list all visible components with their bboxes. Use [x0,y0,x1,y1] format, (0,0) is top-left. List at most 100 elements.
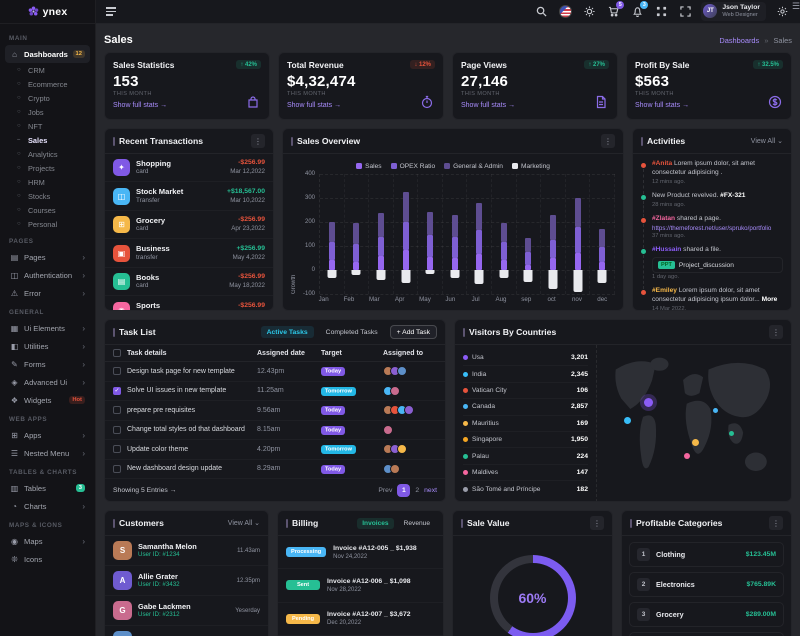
sidebar-item[interactable]: ○Crypto [5,91,90,105]
legend-item[interactable]: Sales [356,163,382,170]
transaction-row[interactable]: ▤ Books card -$256.99 May 18,2022 [105,268,273,296]
show-full-stats-link[interactable]: Show full stats → [113,102,261,109]
sidebar-item[interactable]: ✎Forms› [5,355,90,373]
add-task-button[interactable]: + Add Task [390,325,437,339]
transaction-row[interactable]: ◉ Sports card -$256.99 Apr 30,2022 [105,296,273,311]
customer-row[interactable]: M Manuel Labor 24 Mar,2022 [105,626,268,636]
sidebar-item[interactable]: ◈Advanced Ui› [5,373,90,391]
sidebar-item[interactable]: ❊Icons [5,550,90,568]
activity-user[interactable]: #Zlatan [652,215,675,222]
country-row[interactable]: Vatican City 106 [463,383,588,399]
activity-tag[interactable]: More [762,296,778,303]
task-checkbox[interactable] [113,465,121,473]
country-row[interactable]: Usa 3,201 [463,350,588,366]
customer-row[interactable]: A Allie Grater User ID: #3432 12.35pm [105,566,268,596]
user-menu[interactable]: JT Json Taylor Web Designer [701,2,766,20]
page-1[interactable]: 1 [397,484,410,497]
transaction-row[interactable]: ⊞ Grocery card -$256.99 Apr 23,2022 [105,211,273,239]
sidebar-item[interactable]: ○Personal [5,217,90,231]
more-options-button[interactable]: ⋮ [601,134,615,148]
country-row[interactable]: Palau 224 [463,448,588,464]
shared-file-chip[interactable]: PPT Project_discussion [652,257,783,273]
sidebar-item[interactable]: ○Ecommerce [5,77,90,91]
sidebar-item[interactable]: ◧Utilities› [5,337,90,355]
invoice-row[interactable]: Pending Invoice #A12-007 _ $3,672 Dec 20… [278,603,443,636]
sidebar-item[interactable]: ▤Pages› [5,248,90,266]
sidebar-item[interactable]: ◉Maps› [5,532,90,550]
transaction-row[interactable]: ✦ Shopping card -$256.99 Mar 12,2022 [105,154,273,182]
sidebar-item[interactable]: ○HRM [5,175,90,189]
more-options-button[interactable]: ⋮ [590,516,604,530]
sidebar-item[interactable]: ▦Ui Elements› [5,319,90,337]
page-prev[interactable]: Prev [378,487,392,494]
sidebar-item[interactable]: ⊞Apps› [5,426,90,444]
sidebar-item[interactable]: ○Stocks [5,189,90,203]
activity-link[interactable]: https://themeforest.net/user/spruko/port… [652,225,783,232]
showing-entries-link[interactable]: Showing 5 Entries → [113,487,176,494]
legend-item[interactable]: Marketing [512,163,550,170]
task-checkbox[interactable] [113,367,121,375]
legend-item[interactable]: OPEX Ratio [391,163,436,170]
country-row[interactable]: Maldives 147 [463,465,588,481]
country-row[interactable]: Mauritius 169 [463,416,588,432]
country-row[interactable]: Canada 2,857 [463,399,588,415]
tab-active-tasks[interactable]: Active Tasks [261,326,314,338]
language-flag-icon[interactable] [557,4,573,20]
sidebar-item[interactable]: ○Projects [5,161,90,175]
activity-user[interactable]: #Hussain [652,246,681,253]
tab-invoices[interactable]: Invoices [357,518,393,529]
sidebar-item[interactable]: ○Courses [5,203,90,217]
show-full-stats-link[interactable]: Show full stats → [635,102,783,109]
select-all-checkbox[interactable] [113,349,121,357]
invoice-row[interactable]: Processing Invoice #A12-005 _ $1,938 Nov… [278,536,443,569]
category-row[interactable]: 3 Grocery $289.00M [629,602,784,627]
tab-revenue[interactable]: Revenue [399,518,435,529]
sidebar-item[interactable]: ◫Authentication› [5,266,90,284]
page-2[interactable]: 2 [415,487,419,494]
customer-row[interactable]: S Samantha Melon User ID: #1234 11.43am [105,536,268,566]
task-checkbox[interactable] [113,387,121,395]
fullscreen-icon[interactable] [677,4,693,20]
search-icon[interactable] [533,4,549,20]
customer-row[interactable]: G Gabe Lackmen User ID: #2312 Yeserday [105,596,268,626]
sidebar-item[interactable]: ▥Tables3 [5,479,90,497]
breadcrumb-parent[interactable]: Dashboards [719,36,759,45]
task-checkbox[interactable] [113,406,121,414]
legend-item[interactable]: General & Admin [444,163,503,170]
sidebar-item[interactable]: ○Analytics [5,147,90,161]
transaction-row[interactable]: ◫ Stock Market Transfer +$18,567.00 Mar … [105,182,273,210]
settings-gear-icon[interactable] [774,4,790,20]
task-checkbox[interactable] [113,426,121,434]
hamburger-menu-icon[interactable] [106,7,116,15]
notifications-bell-icon[interactable]: 3 [629,4,645,20]
tab-completed-tasks[interactable]: Completed Tasks [320,326,384,338]
page-next[interactable]: next [424,487,437,494]
invoice-row[interactable]: Sent Invoice #A12-006 _ $1,098 Nov 28,20… [278,569,443,602]
theme-toggle-icon[interactable] [581,4,597,20]
view-all-link[interactable]: View All ⌄ [751,137,783,145]
more-options-button[interactable]: ⋮ [769,325,783,339]
activity-tag[interactable]: #FX-321 [720,192,745,199]
sidebar-item[interactable]: –Sales [5,133,90,147]
sidebar-item[interactable]: ○Jobs [5,105,90,119]
sidebar-item[interactable]: ⚠Error› [5,284,90,302]
category-row[interactable]: 2 Electronics $765.89K [629,572,784,597]
sidebar-item[interactable]: ○NFT [5,119,90,133]
show-full-stats-link[interactable]: Show full stats → [287,102,435,109]
sidebar-item[interactable]: ❖WidgetsHot [5,391,90,409]
more-options-button[interactable]: ⋮ [251,134,265,148]
transaction-row[interactable]: ▣ Business transfer +$256.99 May 4,2022 [105,239,273,267]
country-row[interactable]: India 2,345 [463,366,588,382]
country-row[interactable]: Singapore 1,950 [463,432,588,448]
more-options-button[interactable]: ⋮ [769,516,783,530]
task-checkbox[interactable] [113,445,121,453]
brand-logo[interactable]: ynex [0,0,95,24]
sidebar-item[interactable]: ☰Nested Menu› [5,444,90,462]
sidebar-item[interactable]: ○CRM [5,63,90,77]
country-row[interactable]: São Tomé and Príncipe 182 [463,481,588,497]
sidebar-item[interactable]: ◔Charts› [5,497,90,515]
sidebar-item[interactable]: ⌂Dashboards12 [5,45,90,63]
category-row[interactable]: 4 Mobiles $662.97K [629,632,784,636]
view-all-link[interactable]: View All ⌄ [228,519,260,527]
cart-icon[interactable]: 5 [605,4,621,20]
